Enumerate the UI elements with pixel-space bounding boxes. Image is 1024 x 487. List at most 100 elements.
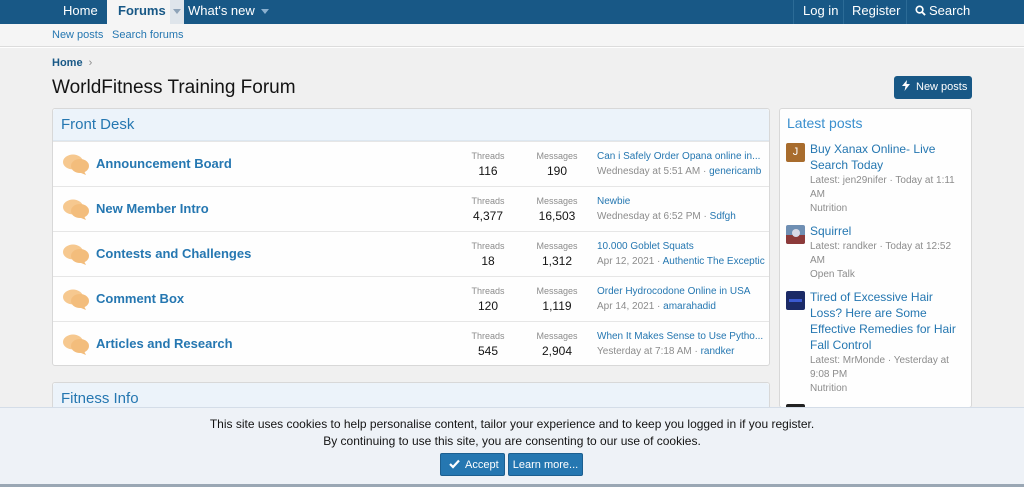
search-button[interactable]: Search (915, 0, 970, 24)
latest-post-time: Yesterday at 7:18 AM (597, 346, 692, 357)
nav-forums[interactable]: Forums (107, 0, 184, 24)
nav-forums-dropdown[interactable] (169, 0, 184, 24)
chat-bubbles-icon (63, 199, 89, 220)
post-title[interactable]: Tired of Excessive Hair Loss? Here are S… (810, 289, 968, 353)
new-posts-button-label: New posts (916, 81, 968, 93)
search-label: Search (929, 3, 971, 18)
chevron-down-icon (260, 9, 269, 15)
cookie-notice-text-2: By continuing to use this site, you are … (323, 434, 701, 448)
breadcrumb: Home › (52, 57, 92, 69)
latest-post-time: Wednesday at 6:52 PM (597, 211, 701, 222)
accept-label: Accept (465, 459, 499, 471)
post-meta: Latest: MrMonde · Yesterday at 9:08 PM (810, 355, 949, 380)
messages-count: 16,503 (538, 209, 576, 223)
forum-node-title[interactable]: Announcement Board (96, 156, 232, 171)
cookie-notice-text-1: This site uses cookies to help personali… (209, 417, 815, 431)
latest-post-meta: Apr 14, 2021 · amarahadid (597, 301, 716, 312)
forum-node: Contests and Challenges Threads 18 Messag… (53, 231, 769, 276)
forum-node: Articles and Research Threads 545 Message… (53, 321, 769, 366)
nav-home[interactable]: Home (63, 0, 98, 24)
learn-more-button[interactable]: Learn more... (508, 453, 583, 476)
sub-navigation: New posts Search forums (0, 24, 1024, 47)
register-link[interactable]: Register (852, 0, 900, 24)
latest-post-user[interactable]: randker (701, 346, 735, 357)
new-posts-button[interactable]: New posts (894, 76, 972, 99)
cookie-notice: This site uses cookies to help personali… (0, 407, 1024, 487)
chat-bubbles-icon (63, 289, 89, 310)
nav-divider (906, 0, 907, 24)
avatar[interactable]: J (786, 143, 805, 162)
messages-label: Messages (536, 331, 578, 341)
latest-post-meta: Wednesday at 5:51 AM · genericamb (597, 166, 762, 177)
messages-count: 190 (546, 164, 568, 178)
messages-label: Messages (536, 151, 578, 161)
threads-count: 4,377 (472, 209, 504, 223)
latest-post-title[interactable]: Order Hydrocodone Online in USA (597, 286, 765, 297)
threads-count: 545 (477, 344, 499, 358)
breadcrumb-home[interactable]: Home (52, 57, 83, 69)
forum-node-title[interactable]: Articles and Research (96, 336, 233, 351)
latest-post-time: Apr 14, 2021 (597, 301, 655, 312)
subnav-new-posts[interactable]: New posts (52, 29, 103, 41)
messages-count: 1,119 (542, 299, 572, 313)
nav-divider (843, 0, 844, 24)
forum-node: New Member Intro Threads 4,377 Messages 16… (53, 186, 769, 231)
forum-node: Comment Box Threads 120 Messages 1,119 Ord… (53, 276, 769, 321)
threads-count: 120 (477, 299, 499, 313)
post-forum[interactable]: Nutrition (810, 203, 847, 214)
latest-post-title[interactable]: Newbie (597, 196, 765, 207)
subnav-search-forums[interactable]: Search forums (112, 29, 184, 41)
latest-post-time: Wednesday at 5:51 AM (597, 166, 701, 177)
post-forum[interactable]: Open Talk (810, 269, 855, 280)
threads-label: Threads (471, 286, 505, 296)
category-title[interactable]: Front Desk (53, 109, 769, 141)
page-title: WorldFitness Training Forum (52, 77, 296, 98)
nav-whats-new[interactable]: What's new (188, 0, 269, 24)
latest-post-user[interactable]: genericamb (709, 166, 761, 177)
post-title[interactable]: Squirrel (810, 223, 968, 239)
messages-label: Messages (536, 286, 578, 296)
chevron-right-icon: › (88, 57, 93, 69)
forum-node-title[interactable]: Contests and Challenges (96, 246, 251, 261)
nav-whats-new-label: What's new (188, 3, 255, 18)
latest-post-time: Apr 12, 2021 (597, 256, 655, 267)
post-meta: Latest: randker · Today at 12:52 AM (810, 241, 952, 266)
post-forum[interactable]: Nutrition (810, 383, 847, 394)
post-meta: Latest: jen29nifer · Today at 1:11 AM (810, 175, 955, 200)
latest-post-title[interactable]: When It Makes Sense to Use Pytho... (597, 331, 765, 342)
forum-node: Announcement Board Threads 116 Messages 19… (53, 141, 769, 186)
threads-label: Threads (471, 151, 505, 161)
avatar[interactable] (786, 291, 805, 310)
chat-bubbles-icon (63, 244, 89, 265)
latest-post-title[interactable]: Can i Safely Order Opana online in... (597, 151, 765, 162)
login-link[interactable]: Log in (803, 0, 838, 24)
threads-count: 116 (478, 164, 498, 178)
accept-cookies-button[interactable]: Accept (440, 453, 505, 476)
chat-bubbles-icon (63, 334, 89, 355)
post-title[interactable]: Buy Xanax Online- Live Search Today (810, 141, 968, 173)
chevron-down-icon (172, 9, 181, 15)
messages-label: Messages (536, 196, 578, 206)
latest-post-title[interactable]: 10.000 Goblet Squats (597, 241, 765, 252)
forum-node-title[interactable]: Comment Box (96, 291, 184, 306)
forum-category-front-desk: Front Desk Announcement Board Threads 116… (52, 108, 770, 366)
latest-posts-title[interactable]: Latest posts (787, 115, 863, 131)
latest-post-user[interactable]: Authentic The Exceptic (663, 256, 765, 267)
threads-label: Threads (471, 196, 505, 206)
latest-post-user[interactable]: amarahadid (663, 301, 716, 312)
nav-divider (793, 0, 794, 24)
messages-count: 2,904 (541, 344, 573, 358)
latest-post-meta: Apr 12, 2021 · Authentic The Exceptic (597, 256, 765, 267)
threads-label: Threads (471, 241, 505, 251)
nav-forums-label: Forums (118, 3, 166, 18)
latest-post-user[interactable]: Sdfgh (710, 211, 736, 222)
messages-label: Messages (536, 241, 578, 251)
forum-node-title[interactable]: New Member Intro (96, 201, 209, 216)
avatar[interactable] (786, 225, 805, 244)
latest-post-meta: Yesterday at 7:18 AM · randker (597, 346, 735, 357)
threads-label: Threads (471, 331, 505, 341)
bolt-icon (902, 80, 910, 91)
latest-post-meta: Wednesday at 6:52 PM · Sdfgh (597, 211, 736, 222)
threads-count: 18 (481, 254, 495, 268)
top-navigation: Home Forums What's new Log in Register S… (0, 0, 1024, 24)
